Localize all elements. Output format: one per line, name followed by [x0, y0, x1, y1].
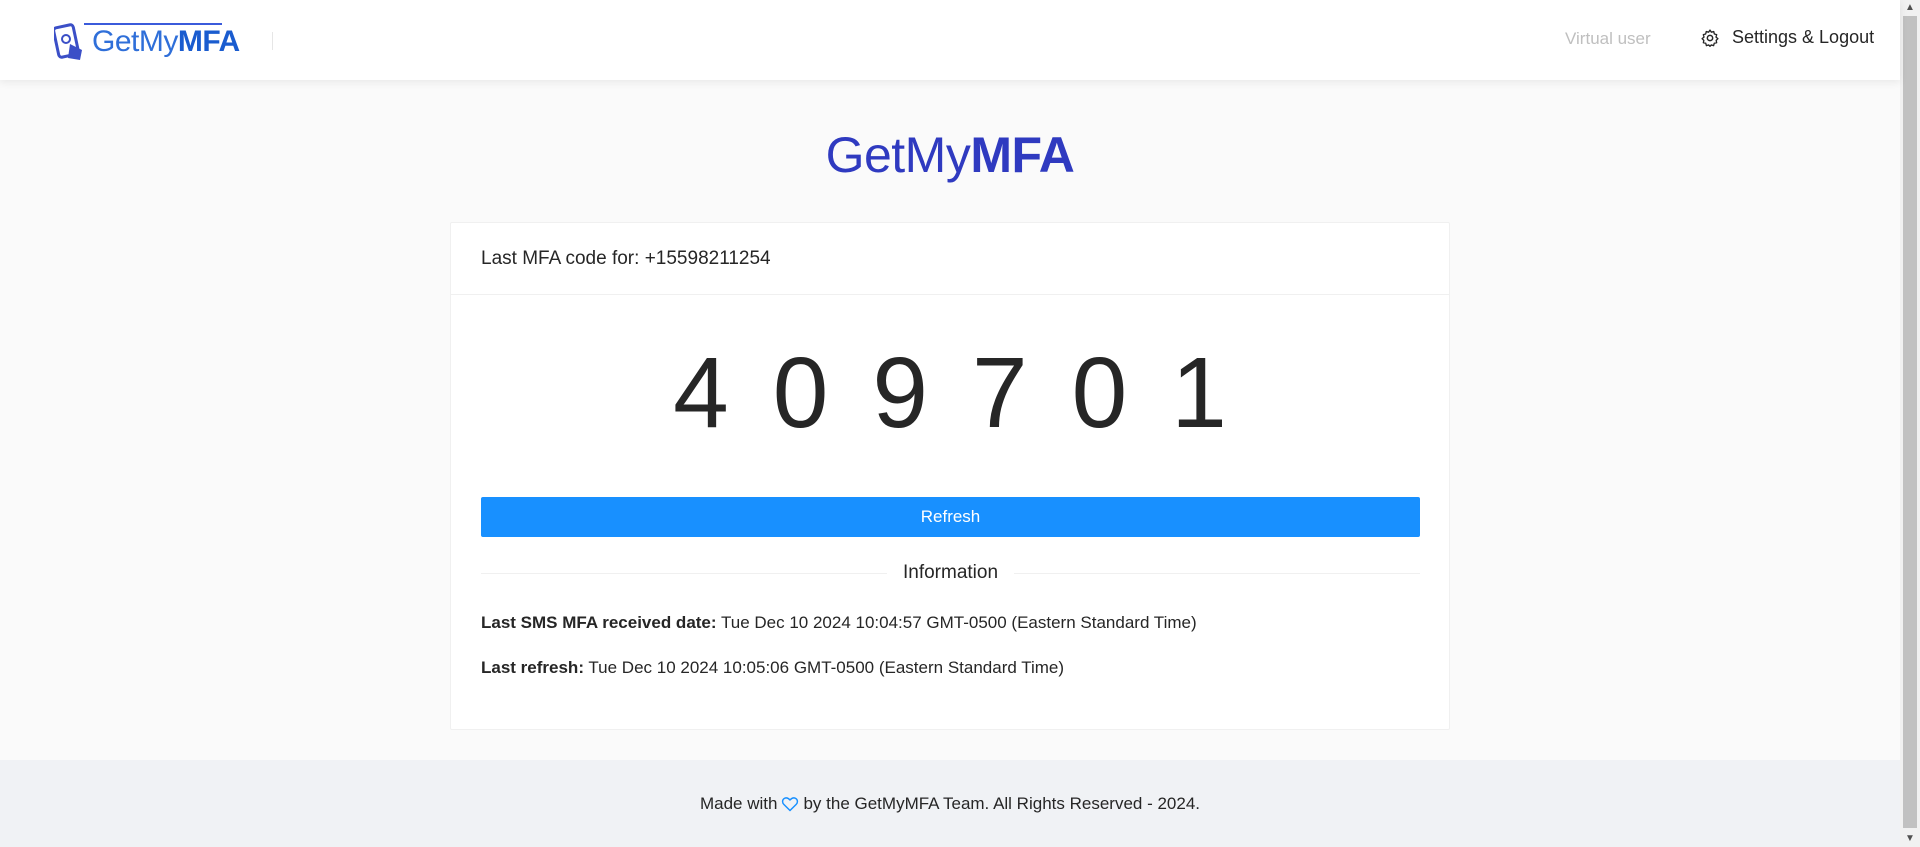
- footer-made-with: Made with: [699, 793, 778, 813]
- brand-title: GetMyMFA: [825, 127, 1075, 183]
- mfa-card: Last MFA code for: +15598211254 409701 R…: [450, 222, 1450, 730]
- last-sms-row: Last SMS MFA received date: Tue Dec 10 2…: [481, 613, 1197, 633]
- scroll-up-arrow-icon[interactable]: ▲: [1900, 0, 1920, 16]
- last-sms-value: Tue Dec 10 2024 10:04:57 GMT-0500 (Easte…: [720, 613, 1197, 632]
- logo[interactable]: GetMyMFA: [54, 22, 240, 62]
- logo-accent-line: [84, 23, 222, 25]
- last-refresh-row: Last refresh: Tue Dec 10 2024 10:05:06 G…: [481, 658, 1064, 678]
- information-title: Information: [902, 562, 999, 583]
- top-header: GetMyMFA Virtual user Settings & Logout: [0, 0, 1900, 80]
- phone-number: +15598211254: [644, 247, 771, 269]
- footer: Made with by the GetMyMFA Team. All Righ…: [0, 760, 1900, 847]
- virtual-user-label: Virtual user: [1565, 29, 1651, 48]
- gear-icon: [1701, 28, 1719, 47]
- last-refresh-label: Last refresh:: [481, 658, 584, 677]
- scrollbar-thumb[interactable]: [1903, 16, 1917, 828]
- phone-logo-icon: [54, 23, 82, 60]
- last-refresh-value: Tue Dec 10 2024 10:05:06 GMT-0500 (Easte…: [588, 658, 1065, 677]
- card-title-prefix: Last MFA code for:: [481, 247, 640, 269]
- heart-icon: [782, 796, 799, 811]
- settings-logout-label: Settings & Logout: [1732, 27, 1875, 47]
- settings-logout-menu[interactable]: Settings & Logout: [1700, 27, 1874, 48]
- last-sms-label: Last SMS MFA received date:: [481, 613, 717, 632]
- logo-text: GetMyMFA: [92, 25, 240, 58]
- card-header: Last MFA code for: +15598211254: [451, 223, 1449, 295]
- refresh-button[interactable]: Refresh: [481, 497, 1420, 537]
- header-divider: [272, 32, 273, 50]
- mfa-code: 409701: [673, 337, 1271, 449]
- information-divider: Information: [481, 561, 1421, 585]
- footer-text: by the GetMyMFA Team. All Rights Reserve…: [803, 793, 1200, 813]
- scroll-down-arrow-icon[interactable]: ▼: [1900, 831, 1920, 847]
- vertical-scrollbar[interactable]: ▲ ▼: [1900, 0, 1920, 847]
